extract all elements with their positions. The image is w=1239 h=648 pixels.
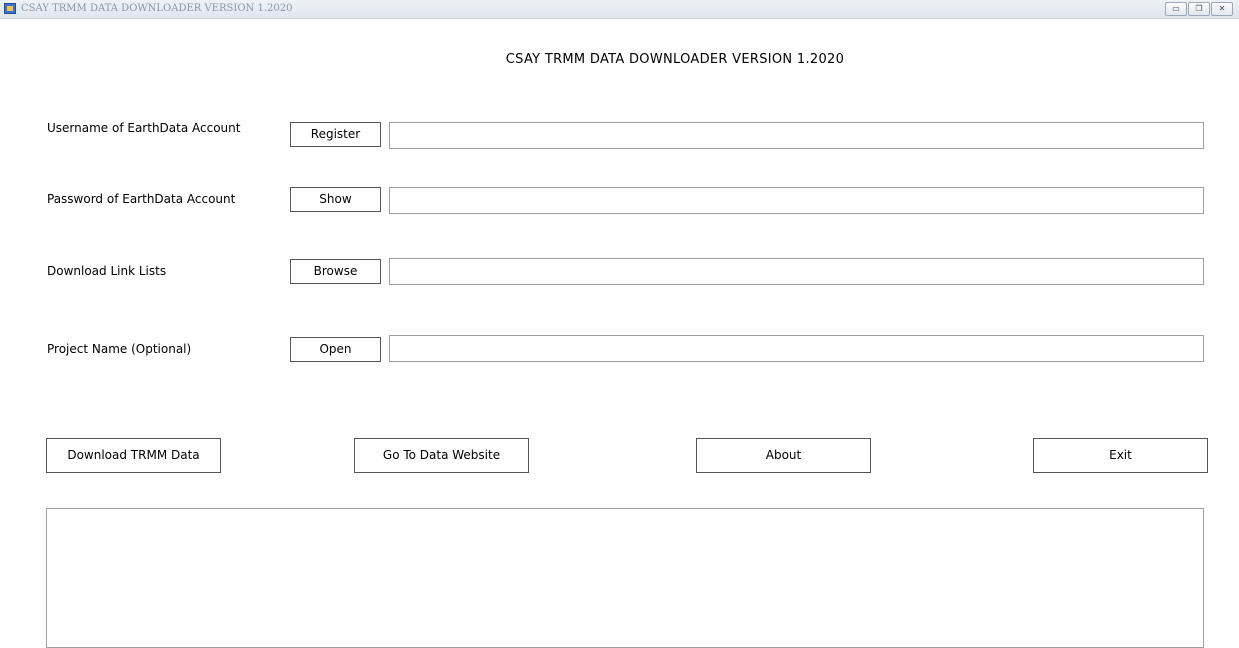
- page-title: CSAY TRMM DATA DOWNLOADER VERSION 1.2020: [505, 52, 845, 67]
- username-label: Username of EarthData Account: [47, 121, 241, 135]
- minimize-button[interactable]: ▭: [1165, 2, 1187, 16]
- browse-button[interactable]: Browse: [290, 259, 381, 284]
- project-name-input[interactable]: [389, 335, 1204, 362]
- app-icon: [4, 3, 16, 14]
- window-controls: ▭ ❐ ✕: [1165, 2, 1233, 16]
- register-button[interactable]: Register: [290, 122, 381, 147]
- restore-button[interactable]: ❐: [1188, 2, 1210, 16]
- username-input[interactable]: [389, 122, 1204, 149]
- open-button[interactable]: Open: [290, 337, 381, 362]
- close-button[interactable]: ✕: [1211, 2, 1233, 16]
- download-links-input[interactable]: [389, 258, 1204, 285]
- project-name-label: Project Name (Optional): [47, 342, 192, 356]
- exit-button[interactable]: Exit: [1033, 438, 1208, 473]
- download-trmm-data-button[interactable]: Download TRMM Data: [46, 438, 221, 473]
- go-to-data-website-button[interactable]: Go To Data Website: [354, 438, 529, 473]
- window-titlebar: CSAY TRMM DATA DOWNLOADER VERSION 1.2020…: [0, 0, 1239, 19]
- window-title: CSAY TRMM DATA DOWNLOADER VERSION 1.2020: [21, 3, 293, 14]
- password-label: Password of EarthData Account: [47, 192, 236, 206]
- about-button[interactable]: About: [696, 438, 871, 473]
- download-links-label: Download Link Lists: [47, 264, 167, 278]
- log-output-area[interactable]: [46, 508, 1204, 648]
- show-password-button[interactable]: Show: [290, 187, 381, 212]
- password-input[interactable]: [389, 187, 1204, 214]
